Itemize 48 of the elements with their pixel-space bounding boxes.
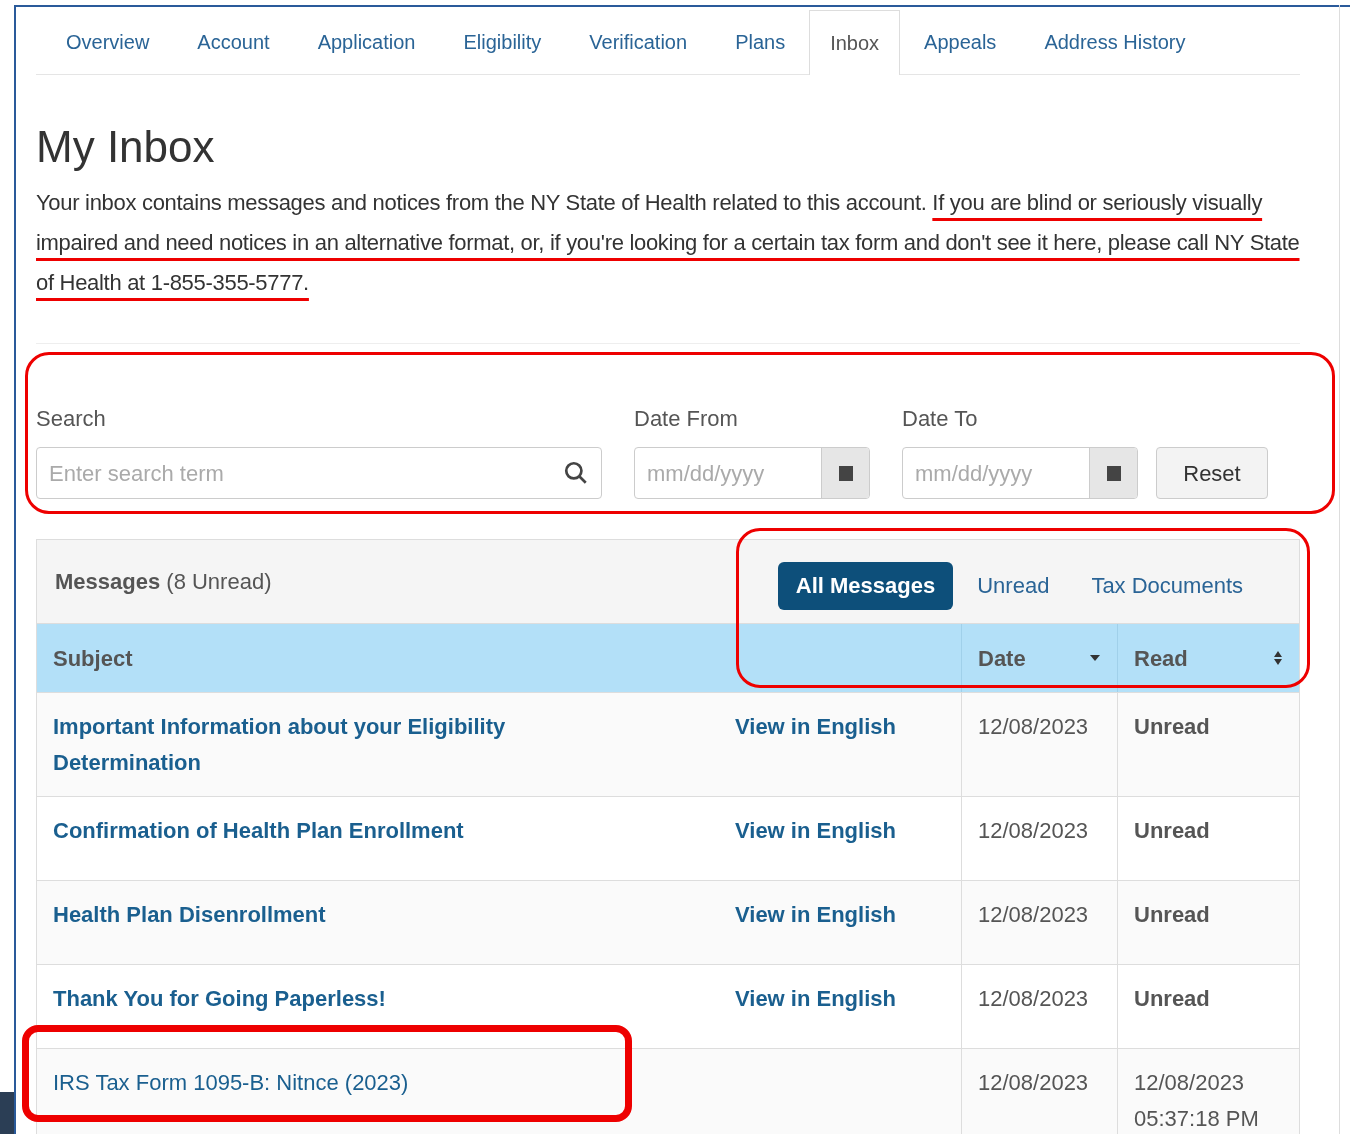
date-cell-text: 12/08/2023 <box>978 817 1090 845</box>
nav-tab[interactable]: Eligibility <box>439 9 566 74</box>
calendar-icon[interactable] <box>1105 464 1122 482</box>
message-subject-link[interactable]: Confirmation of Health Plan Enrollment <box>53 813 613 849</box>
date-cell-text: 12/08/2023 <box>978 985 1090 1013</box>
nav-tab[interactable]: Account <box>173 9 294 74</box>
sort-icon[interactable] <box>1273 650 1283 666</box>
column-header[interactable]: Read <box>1134 641 1188 675</box>
field-label: Date To <box>902 405 979 433</box>
date-field[interactable]: mm/dd/yyyy <box>634 447 870 499</box>
view-in-english-link[interactable]: View in English <box>735 813 961 849</box>
filter-tab[interactable]: Unread <box>959 561 1068 610</box>
page-title: My Inbox <box>36 121 216 173</box>
filter-tab[interactable]: Tax Documents <box>1073 561 1261 610</box>
search-field[interactable]: Enter search term <box>36 447 602 499</box>
nav-tab[interactable]: Inbox <box>809 10 901 75</box>
field-label: Date From <box>634 405 739 433</box>
field-label: Search <box>36 405 107 433</box>
messages-heading: Messages (8 Unread) <box>55 568 272 596</box>
sort-descending-icon[interactable] <box>1089 654 1101 662</box>
nav-tab[interactable]: Application <box>293 9 440 74</box>
nav-tab[interactable]: Appeals <box>900 9 1021 74</box>
search-input[interactable]: Enter search term <box>49 456 563 490</box>
search-icon[interactable] <box>563 460 589 486</box>
date-input[interactable]: mm/dd/yyyy <box>635 456 821 490</box>
view-in-english-link[interactable]: View in English <box>735 981 961 1017</box>
column-header[interactable]: Date <box>978 641 1026 675</box>
date-cell-text: 12/08/2023 <box>978 1069 1090 1097</box>
reset-button[interactable]: Reset <box>1156 447 1268 499</box>
read-status-cell-text: Unread <box>1134 901 1211 929</box>
date-cell-text: 12/08/2023 <box>978 901 1090 929</box>
nav-tab[interactable]: Verification <box>565 9 712 74</box>
date-field[interactable]: mm/dd/yyyy <box>902 447 1138 499</box>
nav-tab[interactable]: Address History <box>1020 9 1210 74</box>
read-status-cell-text: Unread <box>1134 985 1211 1013</box>
message-subject-link[interactable]: Thank You for Going Paperless! <box>53 981 613 1017</box>
filter-tab[interactable]: All Messages <box>777 561 954 610</box>
column-header[interactable]: Subject <box>53 641 133 675</box>
read-status-cell-text: 12/08/2023 05:37:18 PM <box>1134 1069 1260 1133</box>
nav-tab[interactable]: Overview <box>42 9 174 74</box>
read-status-cell-text: Unread <box>1134 713 1211 741</box>
corner-shape <box>0 1092 14 1134</box>
date-cell-text: 12/08/2023 <box>978 713 1090 741</box>
date-input[interactable]: mm/dd/yyyy <box>903 456 1089 490</box>
nav-tab[interactable]: Plans <box>711 9 810 74</box>
read-status-cell-text: Unread <box>1134 817 1211 845</box>
inbox-description: Your inbox contains messages and notices from the NY State of Health related to this account. If you are blind or seriously visually impaired and need notices in an alternative format, or, if you're looking for a certain tax form and don't see it here, please call NY State of Health at 1-855-355-5777. <box>36 189 1300 297</box>
calendar-icon[interactable] <box>837 464 854 482</box>
